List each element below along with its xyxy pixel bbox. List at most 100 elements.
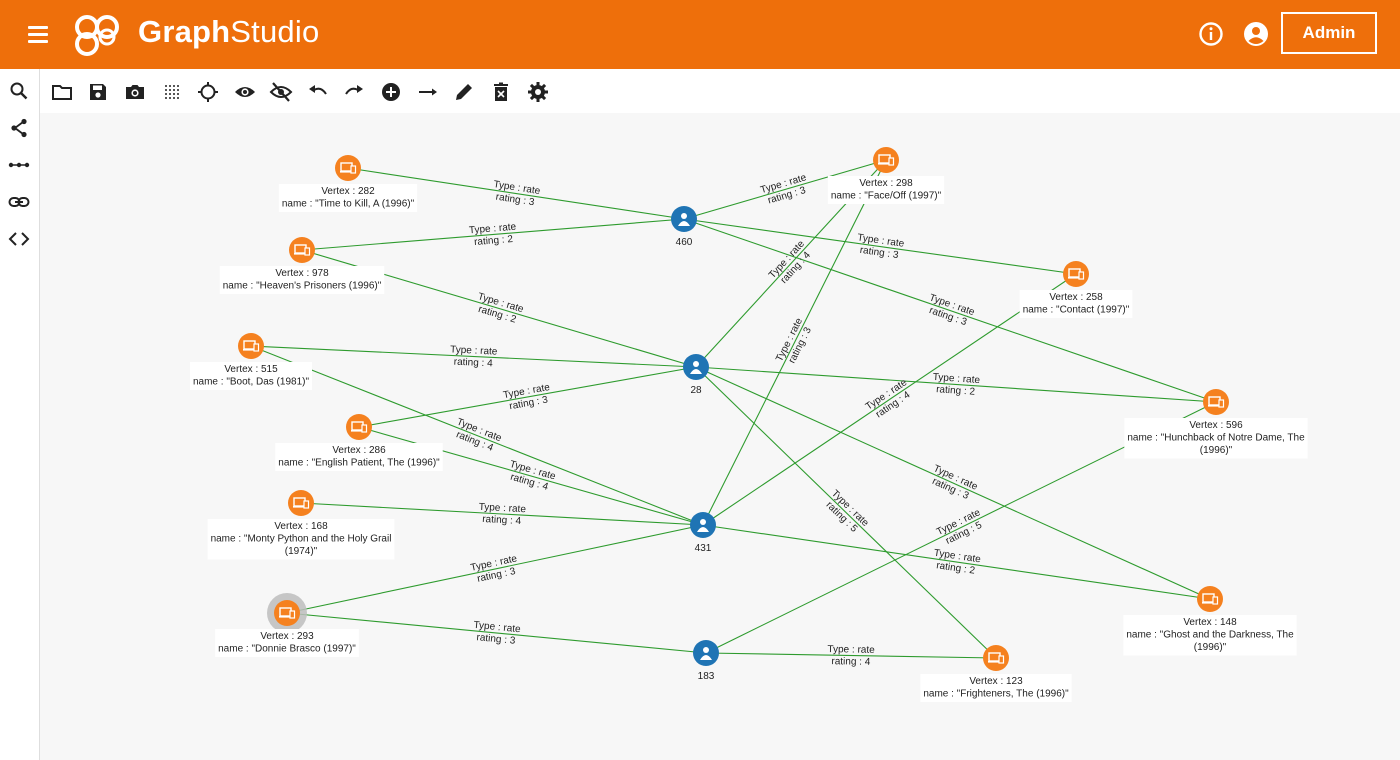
movie-vertex-circle[interactable]	[288, 490, 314, 516]
movie-vertex-label-line: Vertex : 515	[224, 364, 278, 375]
movie-vertex-circle[interactable]	[1063, 261, 1089, 287]
movie-vertex-label-line: Vertex : 293	[260, 631, 314, 642]
movie-vertex-label-line: (1996)"	[1200, 445, 1233, 456]
add-circle-icon[interactable]	[379, 80, 403, 104]
edge-label: Type : raterating : 4	[864, 377, 913, 420]
movie-vertex-circle[interactable]	[238, 333, 264, 359]
movie-vertex-label-line: name : "Frighteners, The (1996)"	[923, 689, 1069, 700]
brand-name: GraphStudio	[138, 14, 319, 50]
link-icon[interactable]	[7, 190, 31, 214]
user-vertex-431[interactable]: 431	[690, 512, 716, 554]
edge-label: Type : raterating : 4	[454, 417, 503, 454]
user-vertex-28[interactable]: 28	[683, 354, 709, 396]
edge-label: Type : raterating : 5	[935, 507, 984, 547]
movie-vertex-circle[interactable]	[346, 414, 372, 440]
movie-vertex-label-line: Vertex : 978	[275, 268, 329, 279]
edge-rating-label: rating : 2	[936, 384, 976, 398]
arrow-right-icon[interactable]	[416, 80, 440, 104]
movie-vertex-label-line: (1974)"	[285, 546, 318, 557]
movie-vertex-298[interactable]: Vertex : 298 name : "Face/Off (1997)"	[827, 147, 945, 204]
user-vertex-183[interactable]: 183	[693, 640, 719, 682]
admin-button[interactable]: Admin	[1281, 12, 1377, 54]
user-vertex-460[interactable]: 460	[671, 206, 697, 248]
edge-431-298[interactable]	[702, 159, 887, 526]
save-icon[interactable]	[86, 80, 110, 104]
brand-light: Studio	[230, 14, 320, 49]
movie-vertex-label-line: Vertex : 123	[969, 676, 1023, 687]
menu-icon[interactable]	[25, 22, 53, 48]
folder-icon[interactable]	[50, 80, 74, 104]
graph-canvas[interactable]: Type : rate rating : 3 Type : rate rating :…	[40, 113, 1400, 760]
info-icon[interactable]	[1198, 21, 1224, 47]
edge-515-431[interactable]	[250, 345, 704, 526]
edge-label: Type : raterating : 3	[759, 172, 808, 206]
camera-icon[interactable]	[123, 80, 147, 104]
top-app-bar: GraphStudio Admin	[0, 0, 1400, 69]
user-vertex-label: 431	[695, 543, 712, 554]
redo-icon[interactable]	[342, 80, 366, 104]
edge-label: Type : raterating : 3	[774, 316, 814, 365]
movie-vertex-circle[interactable]	[335, 155, 361, 181]
user-vertex-label: 28	[690, 385, 702, 396]
search-icon[interactable]	[7, 79, 31, 103]
edge-286-431[interactable]	[358, 426, 704, 526]
edge-label: Type : raterating : 3	[470, 553, 519, 584]
account-circle-icon[interactable]	[1243, 21, 1269, 47]
settings-icon[interactable]	[526, 80, 550, 104]
movie-vertex-label-line: name : "Time to Kill, A (1996)"	[282, 199, 415, 210]
graph-svg[interactable]: Type : raterating : 3Type : raterating :…	[40, 113, 1400, 760]
locate-icon[interactable]	[196, 80, 220, 104]
pencil-icon[interactable]	[452, 80, 476, 104]
edge-type-label: Type : rate	[450, 344, 498, 357]
movie-vertex-circle[interactable]	[1197, 586, 1223, 612]
edge-28-123[interactable]	[695, 366, 997, 659]
movie-vertex-label-line: name : "Contact (1997)"	[1023, 305, 1130, 316]
user-vertex-label: 183	[698, 671, 715, 682]
share-icon[interactable]	[7, 116, 31, 140]
movie-vertex-label-line: Vertex : 148	[1183, 617, 1237, 628]
movie-vertex-286[interactable]: Vertex : 286 name : "English Patient, The…	[275, 414, 443, 471]
movie-vertex-circle[interactable]	[983, 645, 1009, 671]
movie-vertex-circle[interactable]	[873, 147, 899, 173]
edge-label: Type : raterating : 2	[932, 372, 980, 398]
edge-label: Type : raterating : 4	[827, 644, 875, 668]
movie-vertex-148[interactable]: Vertex : 148 name : "Ghost and the Darkne…	[1123, 586, 1297, 656]
edge-rating-label: rating : 4	[453, 357, 493, 370]
dotted-line-icon[interactable]	[7, 153, 31, 177]
eye-off-icon[interactable]	[269, 80, 293, 104]
movie-vertex-258[interactable]: Vertex : 258 name : "Contact (1997)"	[1019, 261, 1133, 318]
edge-label: Type : raterating : 2	[469, 222, 517, 248]
edge-label: Type : raterating : 3	[502, 382, 551, 412]
movie-vertex-label-line: name : "Donnie Brasco (1997)"	[218, 644, 356, 655]
brand-bold: Graph	[138, 14, 231, 49]
undo-icon[interactable]	[306, 80, 330, 104]
movie-vertex-282[interactable]: Vertex : 282 name : "Time to Kill, A (199…	[278, 155, 418, 212]
edge-286-28[interactable]	[358, 366, 697, 428]
edge-rating-label: rating : 4	[482, 514, 522, 527]
edge-label: Type : raterating : 4	[450, 344, 498, 370]
movie-vertex-label-line: name : "Hunchback of Notre Dame, The	[1127, 433, 1305, 444]
edge-type-label: Type : rate	[827, 644, 875, 656]
delete-icon[interactable]	[489, 80, 513, 104]
movie-vertex-515[interactable]: Vertex : 515 name : "Boot, Das (1981)"	[189, 333, 313, 390]
movie-vertex-123[interactable]: Vertex : 123 name : "Frighteners, The (19…	[920, 645, 1072, 702]
edge-label: Type : raterating : 2	[933, 548, 982, 577]
edge-label: Type : raterating : 3	[930, 463, 979, 502]
edge-label: Type : raterating : 3	[473, 620, 522, 647]
movie-vertex-596[interactable]: Vertex : 596 name : "Hunchback of Notre D…	[1124, 389, 1308, 459]
eye-icon[interactable]	[233, 80, 257, 104]
graph-toolbar	[40, 69, 1400, 113]
code-icon[interactable]	[7, 227, 31, 251]
movie-vertex-circle[interactable]	[274, 600, 300, 626]
movie-vertex-168[interactable]: Vertex : 168 name : "Monty Python and the…	[207, 490, 395, 560]
edge-label: Type : raterating : 3	[928, 292, 977, 328]
movie-vertex-circle[interactable]	[289, 237, 315, 263]
movie-vertex-label-line: name : "English Patient, The (1996)"	[278, 458, 440, 469]
edge-label: Type : raterating : 4	[478, 502, 526, 527]
movie-vertex-circle[interactable]	[1203, 389, 1229, 415]
edge-460-258[interactable]	[683, 218, 1077, 275]
movie-vertex-label-line: name : "Monty Python and the Holy Grail	[211, 534, 392, 545]
grid-icon[interactable]	[160, 80, 184, 104]
movie-vertex-label-line: name : "Heaven's Prisoners (1996)"	[223, 281, 382, 292]
edge-rating-label: rating : 4	[831, 656, 871, 668]
